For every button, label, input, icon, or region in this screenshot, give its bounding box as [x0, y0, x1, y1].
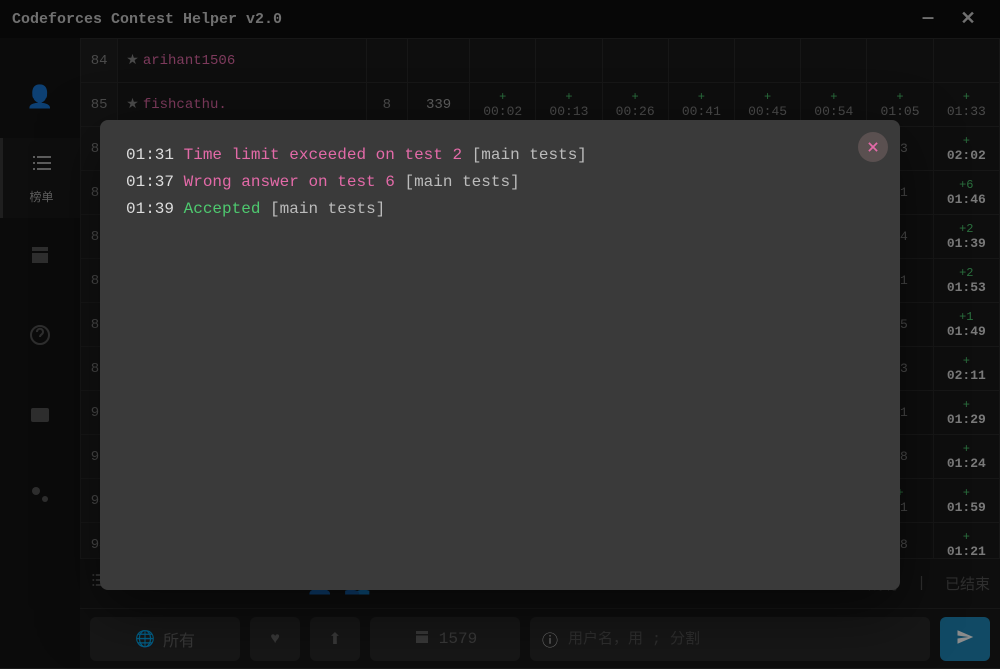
submission-entry: 01:39 Accepted [main tests]	[126, 196, 874, 223]
submission-modal: 01:31 Time limit exceeded on test 2 [mai…	[100, 120, 900, 590]
modal-close-button[interactable]	[858, 132, 888, 162]
submission-entry: 01:37 Wrong answer on test 6 [main tests…	[126, 169, 874, 196]
close-icon	[866, 140, 880, 154]
submission-entry: 01:31 Time limit exceeded on test 2 [mai…	[126, 142, 874, 169]
